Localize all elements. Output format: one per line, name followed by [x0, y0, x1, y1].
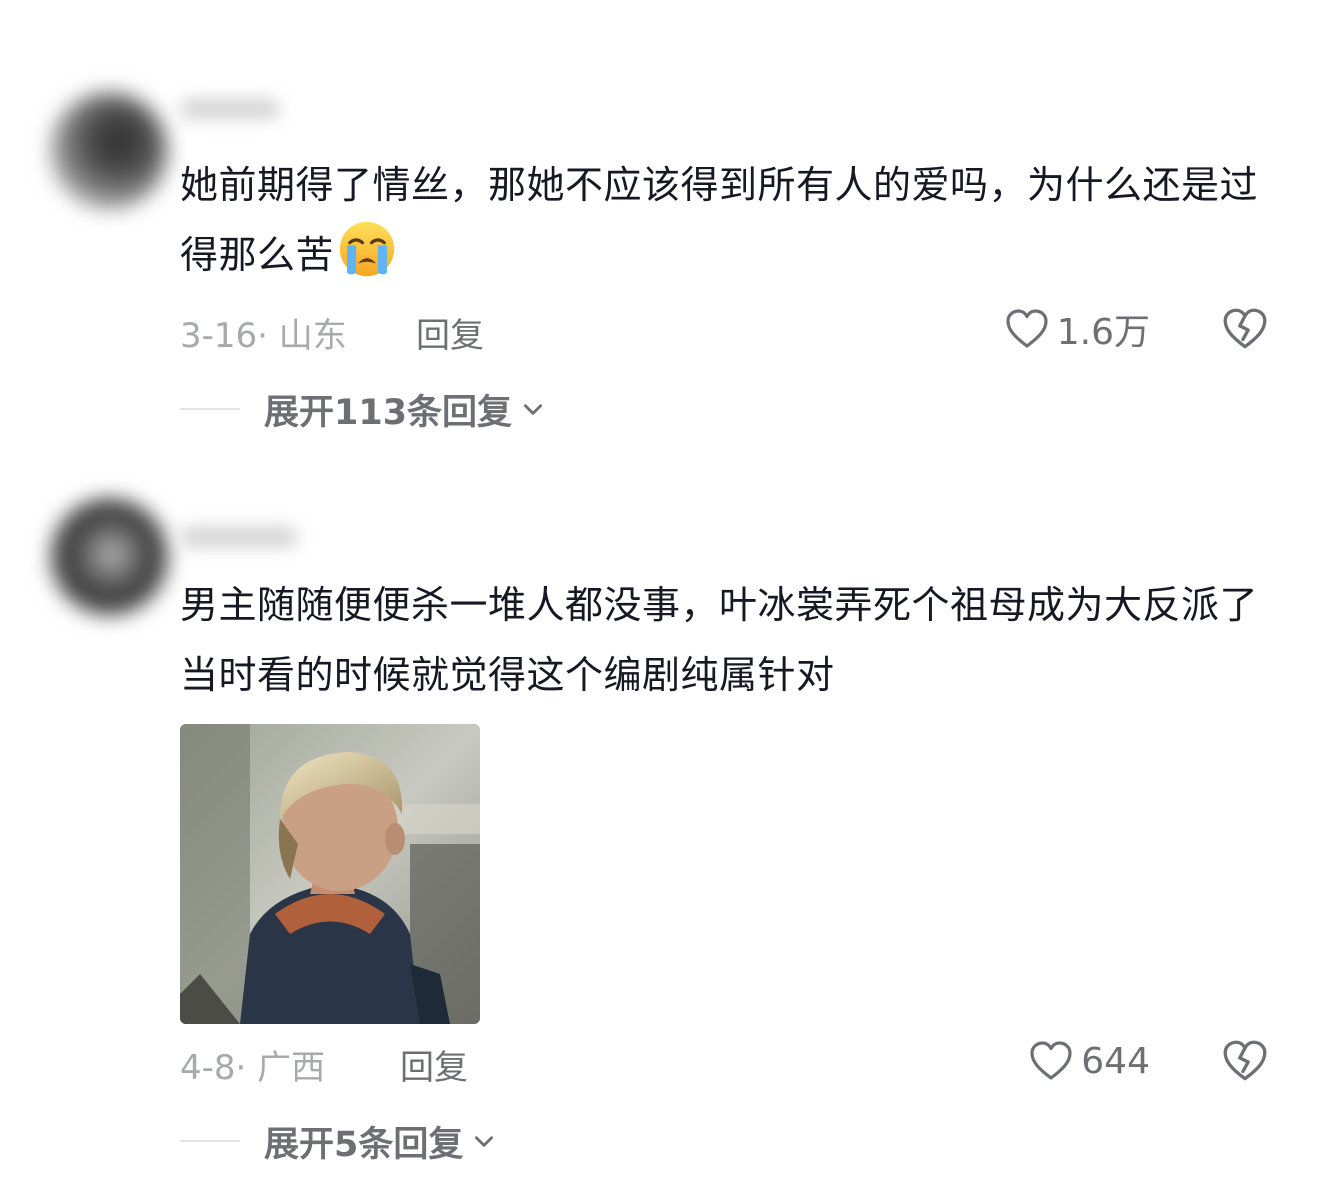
like-count: 1.6万	[1056, 312, 1150, 353]
comment-text[interactable]: 男主随随便便杀一堆人都没事，叶冰裳弄死个祖母成为大反派了 当时看的时候就觉得这个…	[180, 570, 1260, 710]
username-blurred[interactable]	[180, 98, 280, 120]
comment-item: 男主随随便便杀一堆人都没事，叶冰裳弄死个祖母成为大反派了 当时看的时候就觉得这个…	[0, 460, 1320, 1182]
comment-gif-image[interactable]	[180, 724, 480, 1024]
comment-meta: 4-8· 广西 回复 644	[180, 1030, 1270, 1090]
comment-text[interactable]: 她前期得了情丝，那她不应该得到所有人的爱吗，为什么还是过得那么苦	[180, 150, 1260, 290]
username-blurred[interactable]	[180, 526, 298, 548]
reply-button[interactable]: 回复	[416, 308, 484, 357]
comment-date-location: 3-16· 山东	[180, 316, 347, 356]
expand-replies-button[interactable]: 展开5条回复	[180, 1116, 497, 1166]
heart-icon	[1030, 1041, 1072, 1080]
expand-replies-button[interactable]: 展开113条回复	[180, 384, 546, 434]
broken-heart-icon[interactable]	[1220, 304, 1270, 354]
comment-item: 她前期得了情丝，那她不应该得到所有人的爱吗，为什么还是过得那么苦 3-16· 山…	[0, 0, 1320, 460]
broken-heart-icon[interactable]	[1220, 1036, 1270, 1086]
chevron-down-icon	[524, 404, 543, 415]
gif-illustration	[180, 724, 480, 1024]
expand-replies-label: 展开113条回复	[264, 392, 513, 433]
chevron-down-icon	[475, 1136, 494, 1147]
expand-replies-label: 展开5条回复	[264, 1124, 464, 1165]
comment-date-location: 4-8· 广西	[180, 1048, 326, 1088]
crying-emoji-icon	[339, 221, 395, 277]
divider-line	[180, 408, 240, 410]
like-count: 644	[1081, 1040, 1150, 1082]
like-button[interactable]: 644	[1027, 1034, 1150, 1088]
reply-button[interactable]: 回复	[400, 1040, 468, 1089]
like-button[interactable]: 1.6万	[1003, 302, 1150, 356]
comment-meta: 3-16· 山东 回复 1.6万	[180, 298, 1270, 358]
heart-icon	[1006, 309, 1048, 348]
avatar[interactable]	[50, 92, 168, 210]
avatar[interactable]	[50, 498, 168, 616]
divider-line	[180, 1140, 240, 1142]
